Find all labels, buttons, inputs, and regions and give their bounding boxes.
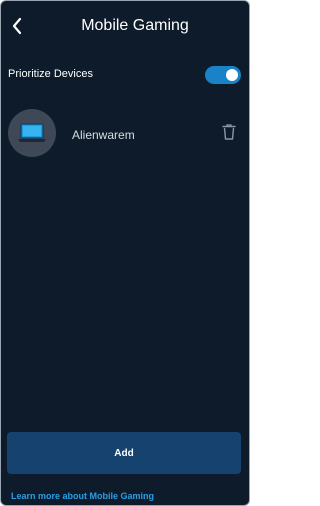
delete-device-button[interactable] bbox=[221, 123, 237, 141]
app-screen: Mobile Gaming Prioritize Devices Alienwa… bbox=[0, 0, 250, 506]
learn-more-link[interactable]: Learn more about Mobile Gaming bbox=[11, 491, 154, 501]
device-avatar bbox=[8, 109, 56, 157]
header: Mobile Gaming bbox=[1, 1, 249, 53]
prioritize-devices-row: Prioritize Devices bbox=[1, 59, 249, 89]
page-title: Mobile Gaming bbox=[81, 17, 189, 34]
toggle-knob bbox=[226, 69, 238, 81]
prioritize-devices-toggle[interactable] bbox=[205, 66, 241, 84]
device-list-item[interactable]: Alienwarem bbox=[1, 101, 249, 167]
device-name: Alienwarem bbox=[72, 128, 135, 142]
back-button[interactable] bbox=[7, 15, 27, 37]
prioritize-devices-label: Prioritize Devices bbox=[8, 68, 93, 80]
chevron-left-icon bbox=[12, 17, 22, 35]
laptop-icon bbox=[18, 123, 46, 142]
add-button[interactable]: Add bbox=[7, 432, 241, 474]
trash-icon bbox=[222, 124, 236, 140]
